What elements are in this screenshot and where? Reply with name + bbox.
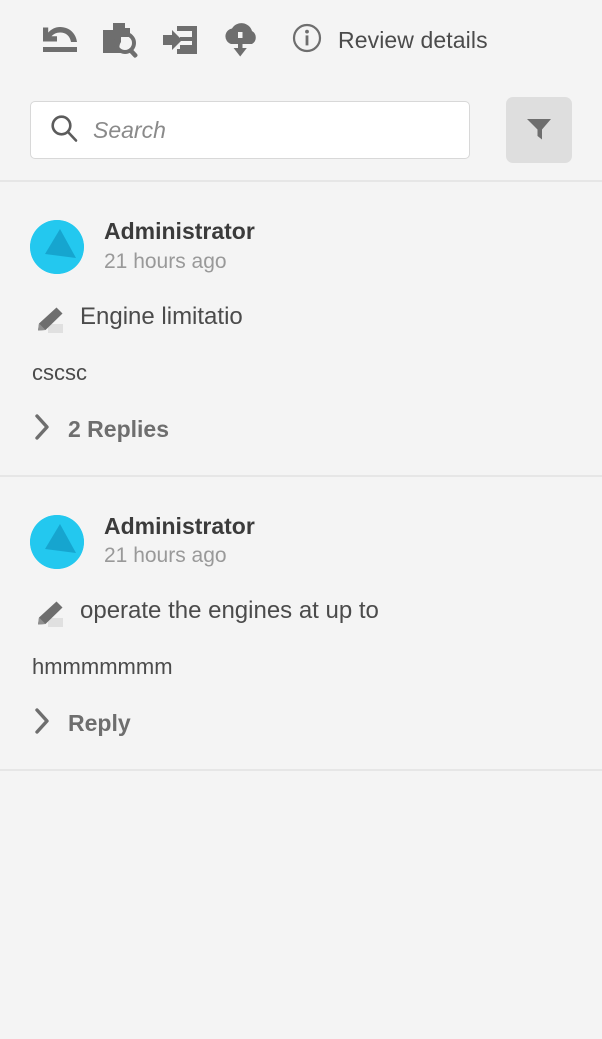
highlighter-icon (32, 600, 66, 635)
filter-funnel-icon (523, 112, 555, 149)
comment-timestamp: 21 hours ago (104, 544, 227, 568)
author-block: Administrator 21 hours ago (104, 218, 255, 276)
review-details-button[interactable]: Review details (292, 23, 488, 58)
import-comments-button[interactable] (150, 10, 210, 70)
download-cloud-button[interactable] (210, 10, 270, 70)
toolbar: Review details (0, 0, 602, 80)
highlighter-icon (32, 306, 66, 341)
author-name: Administrator (104, 218, 255, 244)
search-input[interactable] (93, 116, 451, 144)
comment-item[interactable]: Administrator 21 hours ago operate the e… (0, 477, 602, 770)
avatar (30, 514, 84, 569)
comment-list: Administrator 21 hours ago Engine limita… (0, 182, 602, 772)
annotation-quote-text: operate the engines at up to (80, 597, 379, 625)
revert-button[interactable] (30, 10, 90, 70)
import-comments-icon (159, 21, 201, 59)
replies-label: Reply (68, 710, 131, 737)
search-row (0, 80, 602, 180)
comment-timestamp: 21 hours ago (104, 249, 227, 273)
comment-header: Administrator 21 hours ago (30, 218, 572, 276)
comment-body: hmmmmmmm (32, 654, 173, 680)
annotation-quote-text: Engine limitatio (80, 302, 243, 330)
comment-item[interactable]: Administrator 21 hours ago Engine limita… (0, 182, 602, 475)
annotation-quote-row: Engine limitatio (30, 302, 572, 341)
filter-button[interactable] (506, 97, 572, 163)
comment-header: Administrator 21 hours ago (30, 513, 572, 571)
document-search-icon (99, 20, 141, 60)
document-search-button[interactable] (90, 10, 150, 70)
replies-toggle[interactable]: 2 Replies (30, 413, 572, 445)
revert-icon (39, 22, 81, 58)
download-cloud-icon (219, 20, 261, 60)
annotation-quote-row: operate the engines at up to (30, 596, 572, 635)
author-block: Administrator 21 hours ago (104, 513, 255, 571)
comment-body: cscsc (32, 359, 87, 385)
info-circle-icon (292, 23, 322, 58)
avatar (30, 219, 84, 274)
author-name: Administrator (104, 512, 255, 539)
search-icon (49, 113, 79, 148)
review-details-label: Review details (338, 26, 488, 53)
replies-label: 2 Replies (68, 415, 169, 442)
empty-space (0, 771, 602, 1039)
chevron-right-icon (34, 413, 50, 445)
comments-panel: Review details Search Administrator 21 h… (0, 0, 602, 1039)
search-box[interactable] (30, 101, 470, 159)
chevron-right-icon (34, 708, 50, 739)
replies-toggle[interactable]: Reply (30, 708, 572, 739)
